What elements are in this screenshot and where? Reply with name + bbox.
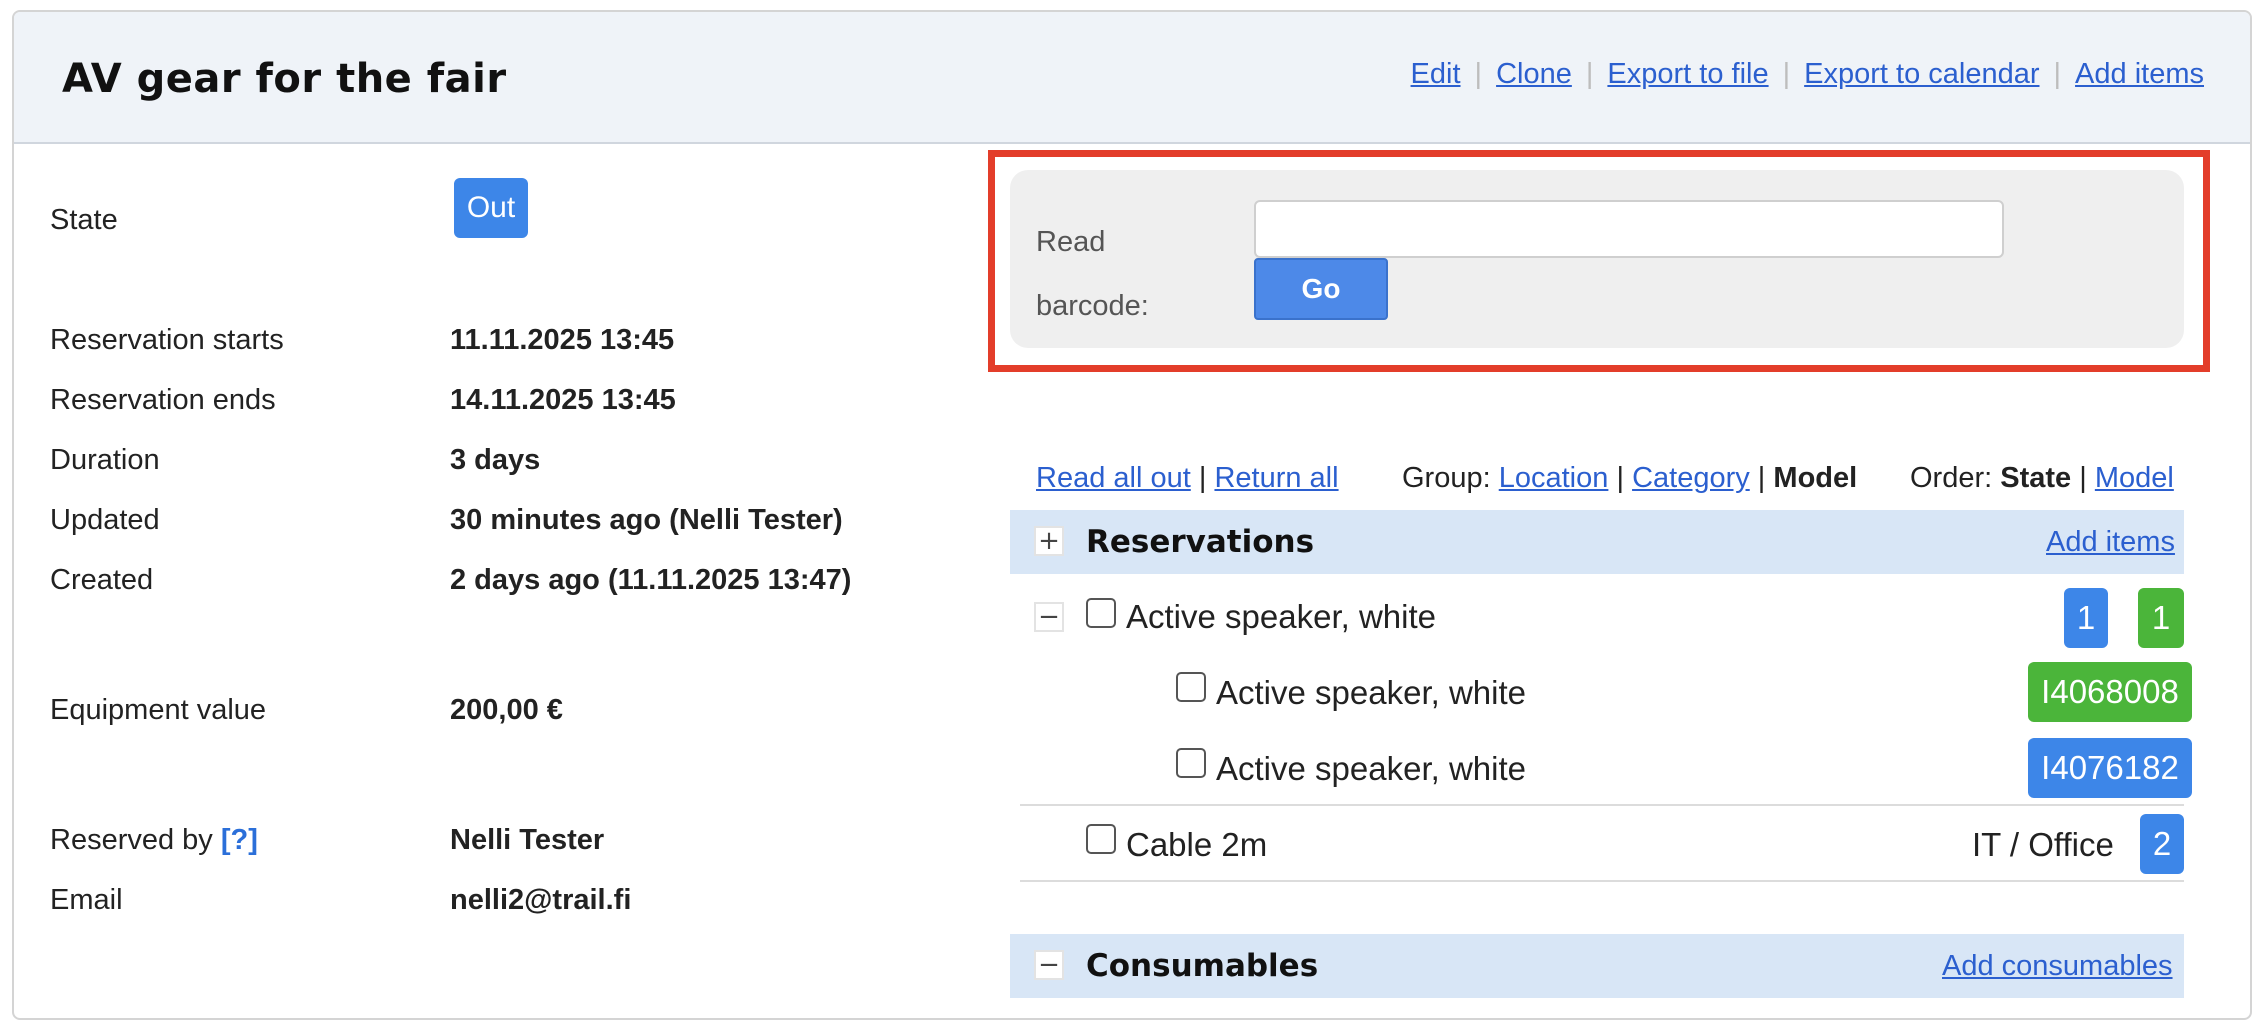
barcode-label: Read barcode:: [1036, 210, 1196, 338]
group-category-link[interactable]: Category: [1632, 462, 1750, 494]
read-all-out-link[interactable]: Read all out: [1036, 462, 1191, 494]
order-label: Order:: [1910, 462, 1993, 494]
barcode-label-line2: barcode:: [1036, 290, 1149, 322]
updated-value: 30 minutes ago (Nelli Tester): [450, 504, 843, 536]
group-model-active: Model: [1773, 462, 1858, 494]
export-to-calendar-link[interactable]: Export to calendar: [1804, 58, 2039, 91]
bulk-actions: Read all out | Return all: [1036, 462, 1339, 495]
duration-label: Duration: [50, 444, 160, 476]
email-value: nelli2@trail.fi: [450, 884, 632, 916]
unit-code-badge: I4076182: [2028, 738, 2192, 798]
reservation-starts-value: 11.11.2025 13:45: [450, 324, 675, 356]
reserved-by-label-row: Reserved by [?]: [50, 824, 258, 857]
group-location-link[interactable]: Location: [1499, 462, 1609, 494]
quantity-badge: 2: [2140, 814, 2184, 874]
return-all-link[interactable]: Return all: [1214, 462, 1338, 494]
clone-link[interactable]: Clone: [1496, 58, 1572, 91]
email-label: Email: [50, 884, 123, 916]
reservation-ends-value: 14.11.2025 13:45: [450, 384, 676, 416]
state-label: State: [50, 204, 118, 236]
item-location: IT / Office: [1972, 826, 2114, 863]
group-label: Group:: [1402, 462, 1491, 494]
expand-icon[interactable]: +: [1034, 526, 1064, 556]
help-link[interactable]: [?]: [221, 824, 258, 856]
go-button[interactable]: Go: [1254, 258, 1388, 320]
duration-value: 3 days: [450, 444, 541, 476]
separator: |: [1782, 58, 1791, 90]
separator: |: [1474, 58, 1483, 90]
reserved-by-label: Reserved by: [50, 824, 213, 856]
item-checkbox[interactable]: [1086, 824, 1116, 854]
unit-code-badge: I4068008: [2028, 662, 2192, 722]
collapse-icon[interactable]: −: [1034, 602, 1064, 632]
created-value: 2 days ago (11.11.2025 13:47): [450, 564, 852, 596]
state-badge: Out: [454, 178, 528, 238]
equipment-value-label: Equipment value: [50, 694, 267, 726]
out-count-badge: 1: [2138, 588, 2184, 648]
created-label: Created: [50, 564, 154, 596]
order-model-link[interactable]: Model: [2095, 462, 2174, 494]
separator: |: [1198, 462, 1207, 494]
row-divider: [1020, 880, 2184, 882]
separator: |: [1757, 462, 1766, 494]
edit-link[interactable]: Edit: [1411, 58, 1461, 91]
add-consumables-link[interactable]: Add consumables: [1942, 950, 2173, 983]
item-checkbox[interactable]: [1086, 598, 1116, 628]
separator: |: [2053, 58, 2062, 90]
separator: |: [1585, 58, 1594, 90]
equipment-value: 200,00 €: [450, 694, 563, 726]
add-items-group-link[interactable]: Add items: [2046, 526, 2175, 559]
updated-label: Updated: [50, 504, 160, 536]
separator: |: [2079, 462, 2087, 494]
item-name: Active speaker, white: [1126, 598, 1436, 635]
order-state-active: State: [2000, 462, 2072, 494]
group-selector: Group: Location | Category | Model: [1402, 462, 1857, 495]
unit-name: Active speaker, white: [1216, 674, 1526, 711]
unit-checkbox[interactable]: [1176, 748, 1206, 778]
export-to-file-link[interactable]: Export to file: [1607, 58, 1768, 91]
row-divider: [1020, 804, 2184, 806]
barcode-input[interactable]: [1254, 200, 2004, 258]
reservation-starts-label: Reservation starts: [50, 324, 284, 356]
page-header: AV gear for the fair Edit | Clone | Expo…: [14, 12, 2250, 144]
collapse-icon[interactable]: −: [1034, 950, 1064, 980]
reserved-by-value: Nelli Tester: [450, 824, 605, 856]
consumables-title: Consumables: [1086, 948, 1319, 984]
unit-name: Active speaker, white: [1216, 750, 1526, 787]
quantity-badge: 1: [2064, 588, 2108, 648]
unit-checkbox[interactable]: [1176, 672, 1206, 702]
reservations-title: Reservations: [1086, 524, 1315, 560]
barcode-label-line1: Read: [1036, 226, 1106, 258]
separator: |: [1616, 462, 1624, 494]
page-title: AV gear for the fair: [62, 56, 507, 102]
order-selector: Order: State | Model: [1910, 462, 2174, 495]
item-name: Cable 2m: [1126, 826, 1268, 863]
header-actions: Edit | Clone | Export to file | Export t…: [1411, 58, 2204, 91]
reservation-ends-label: Reservation ends: [50, 384, 276, 416]
add-items-link[interactable]: Add items: [2075, 58, 2204, 91]
